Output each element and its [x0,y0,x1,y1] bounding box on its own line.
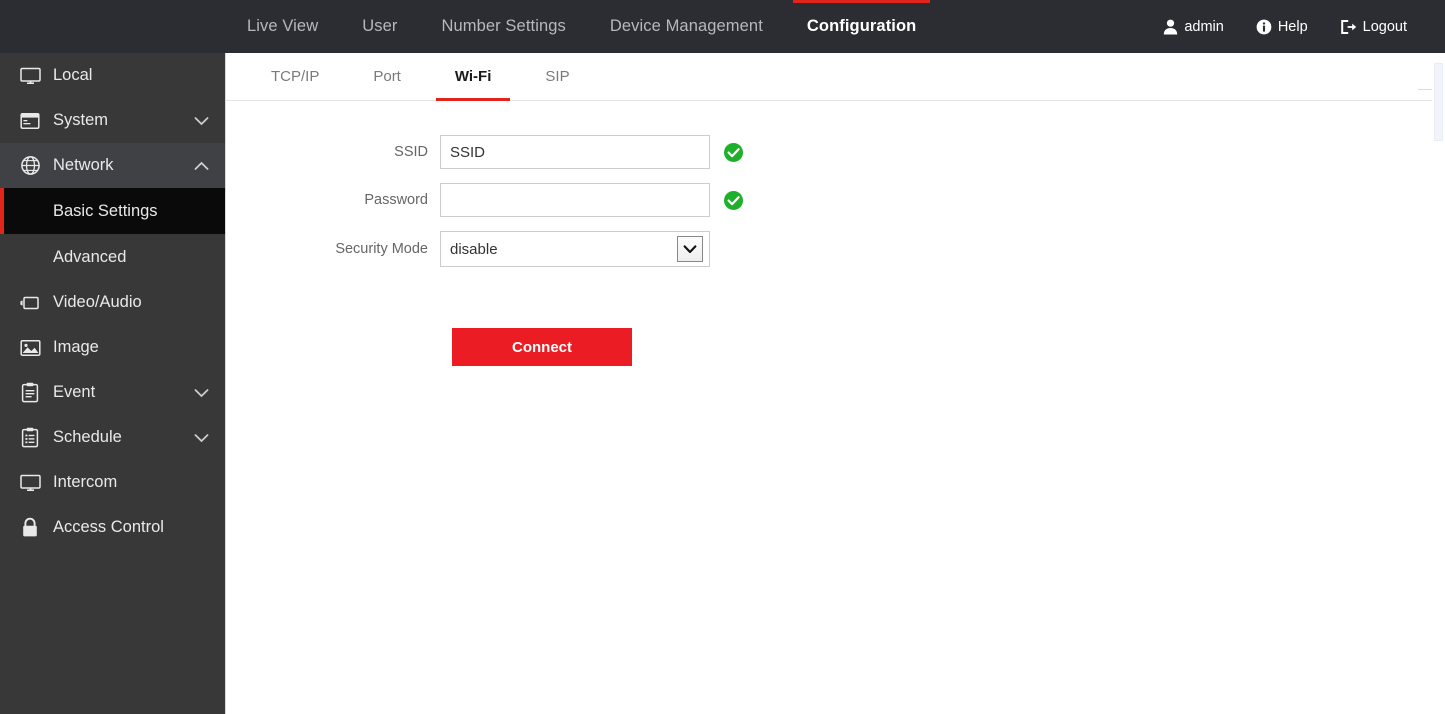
info-icon [1256,19,1272,35]
nav-item-number-settings[interactable]: Number Settings [419,0,587,53]
sidebar-item-label: Local [53,66,93,84]
ssid-valid-check-circle-icon [724,142,743,162]
security-mode-select[interactable]: disable [440,231,710,267]
main-navigation: Live View User Number Settings Device Ma… [225,0,938,53]
user-icon [1163,19,1178,35]
nav-item-user[interactable]: User [340,0,419,53]
window-icon [18,109,42,133]
password-row: Password [226,183,1445,217]
nav-label: Configuration [806,17,917,35]
logout-button[interactable]: Logout [1324,19,1423,35]
security-mode-label: Security Mode [335,241,428,257]
sidebar-item-label: Network [53,156,114,174]
globe-icon [18,154,42,178]
sidebar-item-video-audio[interactable]: Video/Audio [0,280,225,325]
header-actions: admin Help Logout [1147,0,1445,53]
sidebar-item-label: Access Control [53,518,164,536]
sub-tab-bar: TCP/IP Port Wi-Fi SIP [226,53,1445,101]
nav-item-live-view[interactable]: Live View [225,0,340,53]
sidebar-item-basic-settings[interactable]: Basic Settings [0,188,225,234]
sidebar-item-label: Video/Audio [53,293,142,311]
header-logo-area [0,0,225,53]
sidebar-item-network[interactable]: Network [0,143,225,188]
monitor-icon [18,64,42,88]
picture-icon [18,336,42,360]
no-chevron [193,475,209,491]
no-chevron [193,295,209,311]
chevron-down-icon[interactable] [193,430,209,446]
tab-wi-fi[interactable]: Wi-Fi [428,53,519,101]
sidebar-item-event[interactable]: Event [0,370,225,415]
sidebar-navigation: Local System Network Basic Settings Adva… [0,53,225,714]
scrollbar-thumb[interactable] [1434,63,1443,141]
nav-item-device-management[interactable]: Device Management [588,0,785,53]
vertical-scrollbar[interactable] [1418,53,1445,714]
security-mode-row: Security Mode disable [226,231,1445,267]
security-mode-status-placeholder [724,240,743,259]
chevron-down-icon[interactable] [193,385,209,401]
password-label: Password [364,192,428,208]
ssid-row: SSID [226,135,1445,169]
account-menu[interactable]: admin [1147,19,1240,35]
scrollbar-divider [1418,89,1432,90]
help-label: Help [1277,18,1308,35]
tab-sip[interactable]: SIP [518,53,596,100]
help-button[interactable]: Help [1240,19,1324,35]
top-header: Live View User Number Settings Device Ma… [0,0,1445,53]
password-valid-check-circle-icon [724,190,743,210]
ssid-label: SSID [394,144,428,160]
sidebar-item-label: Event [53,383,96,401]
tab-label: Wi-Fi [454,68,492,85]
sidebar-item-advanced[interactable]: Advanced [0,234,225,280]
sidebar-item-intercom[interactable]: Intercom [0,460,225,505]
logout-label: Logout [1362,18,1407,35]
nav-label: User [362,17,398,35]
sidebar-item-label: Intercom [53,473,118,491]
main-content: TCP/IP Port Wi-Fi SIP SSID SSID Password… [225,53,1445,714]
no-chevron [193,340,209,356]
sidebar-item-label: Schedule [53,428,122,446]
security-mode-value: disable [450,240,498,258]
logout-icon [1340,19,1357,35]
nav-label: Live View [247,17,319,35]
sidebar-subitem-label: Basic Settings [53,201,158,220]
monitor-icon [18,471,42,495]
sidebar-subitem-label: Advanced [53,247,127,266]
tab-label: TCP/IP [271,68,320,85]
chevron-up-icon[interactable] [193,158,209,174]
chevron-down-icon[interactable] [677,236,703,262]
schedule-icon [18,426,42,450]
tab-label: SIP [545,68,570,85]
nav-label: Device Management [609,17,763,35]
sidebar-item-system[interactable]: System [0,98,225,143]
sidebar-item-local[interactable]: Local [0,53,225,98]
account-label: admin [1184,18,1224,35]
video-icon [18,291,42,315]
clipboard-icon [18,381,42,405]
no-chevron [193,68,209,84]
sidebar-item-label: Image [53,338,99,356]
tab-port[interactable]: Port [346,53,428,100]
tab-label: Port [373,68,401,85]
sidebar-item-schedule[interactable]: Schedule [0,415,225,460]
nav-label: Number Settings [441,17,566,35]
nav-item-configuration[interactable]: Configuration [785,0,938,53]
application-window: Live View User Number Settings Device Ma… [0,0,1445,714]
no-chevron [193,520,209,536]
sidebar-item-access-control[interactable]: Access Control [0,505,225,550]
lock-icon [18,516,42,540]
ssid-input[interactable] [440,135,710,169]
wifi-settings-form: SSID Password [226,101,1445,366]
tab-tcp-ip[interactable]: TCP/IP [244,53,346,100]
sidebar-item-label: System [53,111,109,129]
sidebar-item-image[interactable]: Image [0,325,225,370]
chevron-down-icon[interactable] [193,113,209,129]
form-actions: Connect [226,281,1445,366]
connect-button[interactable]: Connect [452,328,632,366]
password-input[interactable] [440,183,710,217]
